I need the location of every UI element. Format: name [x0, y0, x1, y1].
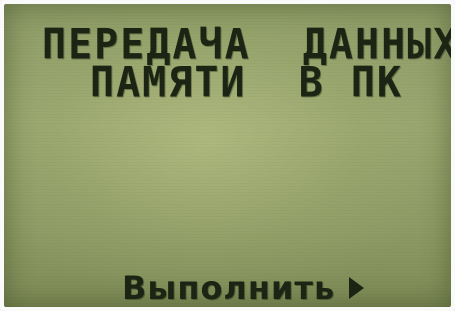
screen-title-line-2: ПАМЯТИ В ПК — [90, 58, 403, 108]
execute-softkey-label: Выполнить — [122, 269, 336, 307]
lcd-screen: ПЕРЕДАЧА ДАННЫХ ПАМЯТИ В ПК Выполнить — [0, 0, 455, 311]
arrow-right-icon — [349, 277, 365, 299]
execute-softkey[interactable]: Выполнить — [122, 268, 365, 307]
